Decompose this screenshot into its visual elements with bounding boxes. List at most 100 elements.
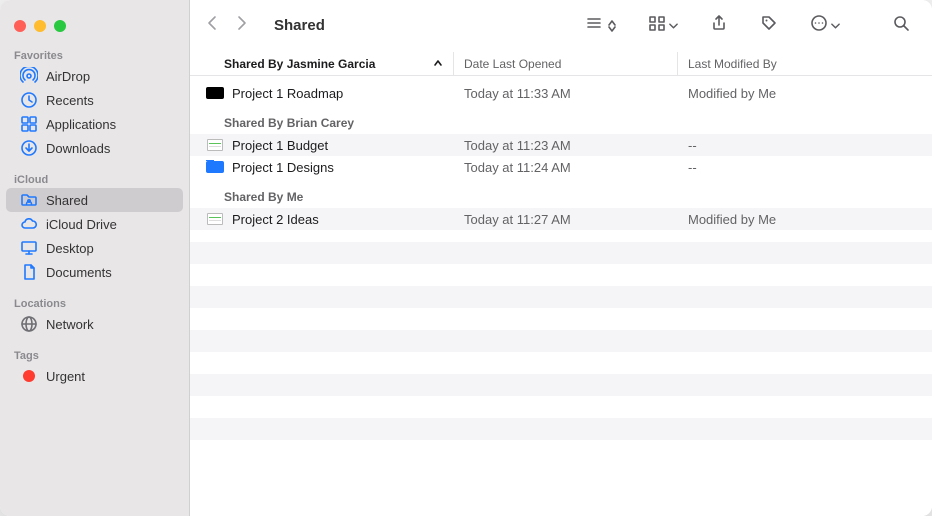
sidebar-item-label: Desktop (46, 241, 94, 256)
sidebar-item-urgent[interactable]: Urgent (6, 364, 183, 388)
clock-icon (20, 91, 38, 109)
share-button[interactable] (702, 10, 736, 41)
sidebar-item-downloads[interactable]: Downloads (6, 136, 183, 160)
view-mode-control[interactable] (577, 10, 624, 41)
file-name: Project 1 Designs (232, 160, 334, 175)
folder-blue-icon (206, 160, 224, 174)
file-date: Today at 11:27 AM (454, 212, 678, 227)
column-modified-by[interactable]: Last Modified By (678, 52, 932, 75)
column-date[interactable]: Date Last Opened (454, 52, 678, 75)
file-name: Project 1 Budget (232, 138, 328, 153)
sidebar-item-label: Shared (46, 193, 88, 208)
empty-row (190, 352, 932, 374)
desktop-icon (20, 239, 38, 257)
file-row[interactable]: Project 1 Designs Today at 11:24 AM-- (190, 156, 932, 178)
more-button[interactable] (802, 10, 848, 41)
sidebar-item-label: Documents (46, 265, 112, 280)
sheet-icon (206, 138, 224, 152)
close-button[interactable] (14, 20, 26, 32)
file-modified-by: -- (678, 138, 932, 153)
file-list: Project 1 RoadmapToday at 11:33 AMModifi… (190, 76, 932, 516)
search-icon (892, 14, 910, 37)
sidebar-section-header: Tags (0, 344, 189, 364)
empty-row (190, 308, 932, 330)
apps-icon (20, 115, 38, 133)
tags-button[interactable] (752, 10, 786, 41)
sidebar-item-label: Urgent (46, 369, 85, 384)
file-modified-by: Modified by Me (678, 212, 932, 227)
window-controls (0, 8, 189, 44)
sidebar-item-label: AirDrop (46, 69, 90, 84)
file-date: Today at 11:23 AM (454, 138, 678, 153)
group-header: Shared By Me (190, 178, 932, 208)
chevron-down-icon (831, 17, 840, 35)
list-view-icon (585, 14, 603, 37)
empty-row (190, 264, 932, 286)
column-name[interactable]: Shared By Jasmine Garcia (206, 52, 454, 75)
sidebar-item-desktop[interactable]: Desktop (6, 236, 183, 260)
empty-row (190, 418, 932, 440)
sheet-icon (206, 212, 224, 226)
sidebar-section-header: Favorites (0, 44, 189, 64)
sidebar-item-label: Applications (46, 117, 116, 132)
empty-row (190, 330, 932, 352)
empty-row (190, 242, 932, 264)
more-icon (810, 14, 828, 37)
empty-row (190, 396, 932, 418)
tag-icon (760, 14, 778, 37)
empty-row (190, 286, 932, 308)
sidebar-item-label: Network (46, 317, 94, 332)
group-by-control[interactable] (640, 10, 686, 41)
group-icon (648, 14, 666, 37)
file-modified-by: -- (678, 160, 932, 175)
globe-icon (20, 315, 38, 333)
minimize-button[interactable] (34, 20, 46, 32)
sort-ascending-icon (433, 57, 443, 71)
sidebar-item-label: iCloud Drive (46, 217, 117, 232)
chevron-down-icon (669, 17, 678, 35)
doc-icon (20, 263, 38, 281)
column-date-label: Date Last Opened (464, 57, 561, 71)
sidebar-item-shared[interactable]: Shared (6, 188, 183, 212)
download-icon (20, 139, 38, 157)
sidebar-item-applications[interactable]: Applications (6, 112, 183, 136)
file-name: Project 1 Roadmap (232, 86, 343, 101)
sidebar-item-recents[interactable]: Recents (6, 88, 183, 112)
forward-button[interactable] (234, 13, 250, 38)
terminal-icon (206, 86, 224, 100)
column-modby-label: Last Modified By (688, 57, 777, 71)
sidebar-item-label: Downloads (46, 141, 110, 156)
file-date: Today at 11:33 AM (454, 86, 678, 101)
sidebar-item-network[interactable]: Network (6, 312, 183, 336)
finder-window: Favorites AirDrop Recents Applications Downl… (0, 0, 932, 516)
search-button[interactable] (884, 10, 918, 41)
empty-row (190, 374, 932, 396)
main-pane: Shared (190, 0, 932, 516)
back-button[interactable] (204, 13, 220, 38)
toolbar: Shared (190, 0, 932, 52)
column-name-label: Shared By Jasmine Garcia (224, 57, 375, 71)
view-stepper-icon (608, 20, 616, 32)
sidebar-section-header: iCloud (0, 168, 189, 188)
file-row[interactable]: Project 2 Ideas Today at 11:27 AMModified… (190, 208, 932, 230)
airdrop-icon (20, 67, 38, 85)
maximize-button[interactable] (54, 20, 66, 32)
sidebar-item-icloud-drive[interactable]: iCloud Drive (6, 212, 183, 236)
window-title: Shared (274, 17, 325, 34)
share-icon (710, 14, 728, 37)
file-name: Project 2 Ideas (232, 212, 319, 227)
sidebar-section-header: Locations (0, 292, 189, 312)
group-header: Shared By Brian Carey (190, 104, 932, 134)
file-date: Today at 11:24 AM (454, 160, 678, 175)
tag-dot-icon (20, 367, 38, 385)
file-modified-by: Modified by Me (678, 86, 932, 101)
sidebar: Favorites AirDrop Recents Applications Downl… (0, 0, 190, 516)
cloud-icon (20, 215, 38, 233)
sidebar-item-documents[interactable]: Documents (6, 260, 183, 284)
sidebar-item-label: Recents (46, 93, 94, 108)
file-row[interactable]: Project 1 Budget Today at 11:23 AM-- (190, 134, 932, 156)
folder-shared-icon (20, 191, 38, 209)
sidebar-item-airdrop[interactable]: AirDrop (6, 64, 183, 88)
column-headers: Shared By Jasmine Garcia Date Last Opene… (190, 52, 932, 76)
file-row[interactable]: Project 1 Roadmap Today at 11:33 AMModifi… (190, 82, 932, 104)
